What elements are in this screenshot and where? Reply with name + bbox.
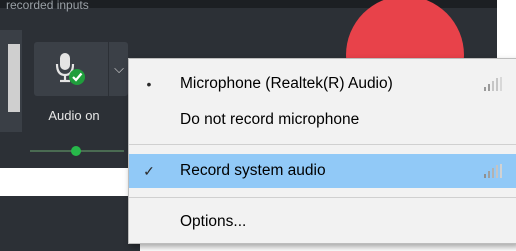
menu-item-label: Do not record microphone bbox=[180, 111, 360, 128]
lower-panel bbox=[0, 196, 140, 251]
camera-input-card[interactable] bbox=[0, 30, 22, 132]
signal-strength-icon bbox=[484, 77, 502, 91]
menu-item-label: Record system audio bbox=[180, 162, 326, 179]
signal-strength-icon bbox=[484, 164, 502, 178]
menu-item-microphone[interactable]: • Microphone (Realtek(R) Audio) bbox=[129, 67, 516, 101]
menu-item-mark bbox=[141, 205, 157, 239]
audio-dropdown-arrow[interactable]: ⌵ bbox=[108, 42, 129, 96]
menu-item-options[interactable]: Options... bbox=[129, 205, 516, 239]
menu-item-label: Options... bbox=[180, 213, 247, 230]
menu-item-mark bbox=[141, 103, 157, 137]
menu-item-system-audio[interactable]: ✓ Record system audio bbox=[129, 154, 516, 188]
radio-bullet-icon: • bbox=[146, 76, 152, 92]
menu-separator bbox=[129, 197, 516, 198]
audio-input-button[interactable]: ⌵ bbox=[34, 42, 128, 96]
audio-level-indicator bbox=[71, 146, 81, 156]
panel-title: recorded inputs bbox=[6, 0, 89, 12]
menu-item-no-microphone[interactable]: Do not record microphone bbox=[129, 103, 516, 137]
audio-dropdown-menu: • Microphone (Realtek(R) Audio) Do not r… bbox=[128, 58, 516, 244]
menu-item-label: Microphone (Realtek(R) Audio) bbox=[180, 75, 393, 92]
microphone-icon bbox=[55, 53, 85, 85]
camera-preview bbox=[8, 44, 20, 112]
checkmark-icon: ✓ bbox=[143, 162, 155, 179]
menu-separator bbox=[129, 144, 516, 145]
audio-status-label: Audio on bbox=[48, 108, 100, 123]
